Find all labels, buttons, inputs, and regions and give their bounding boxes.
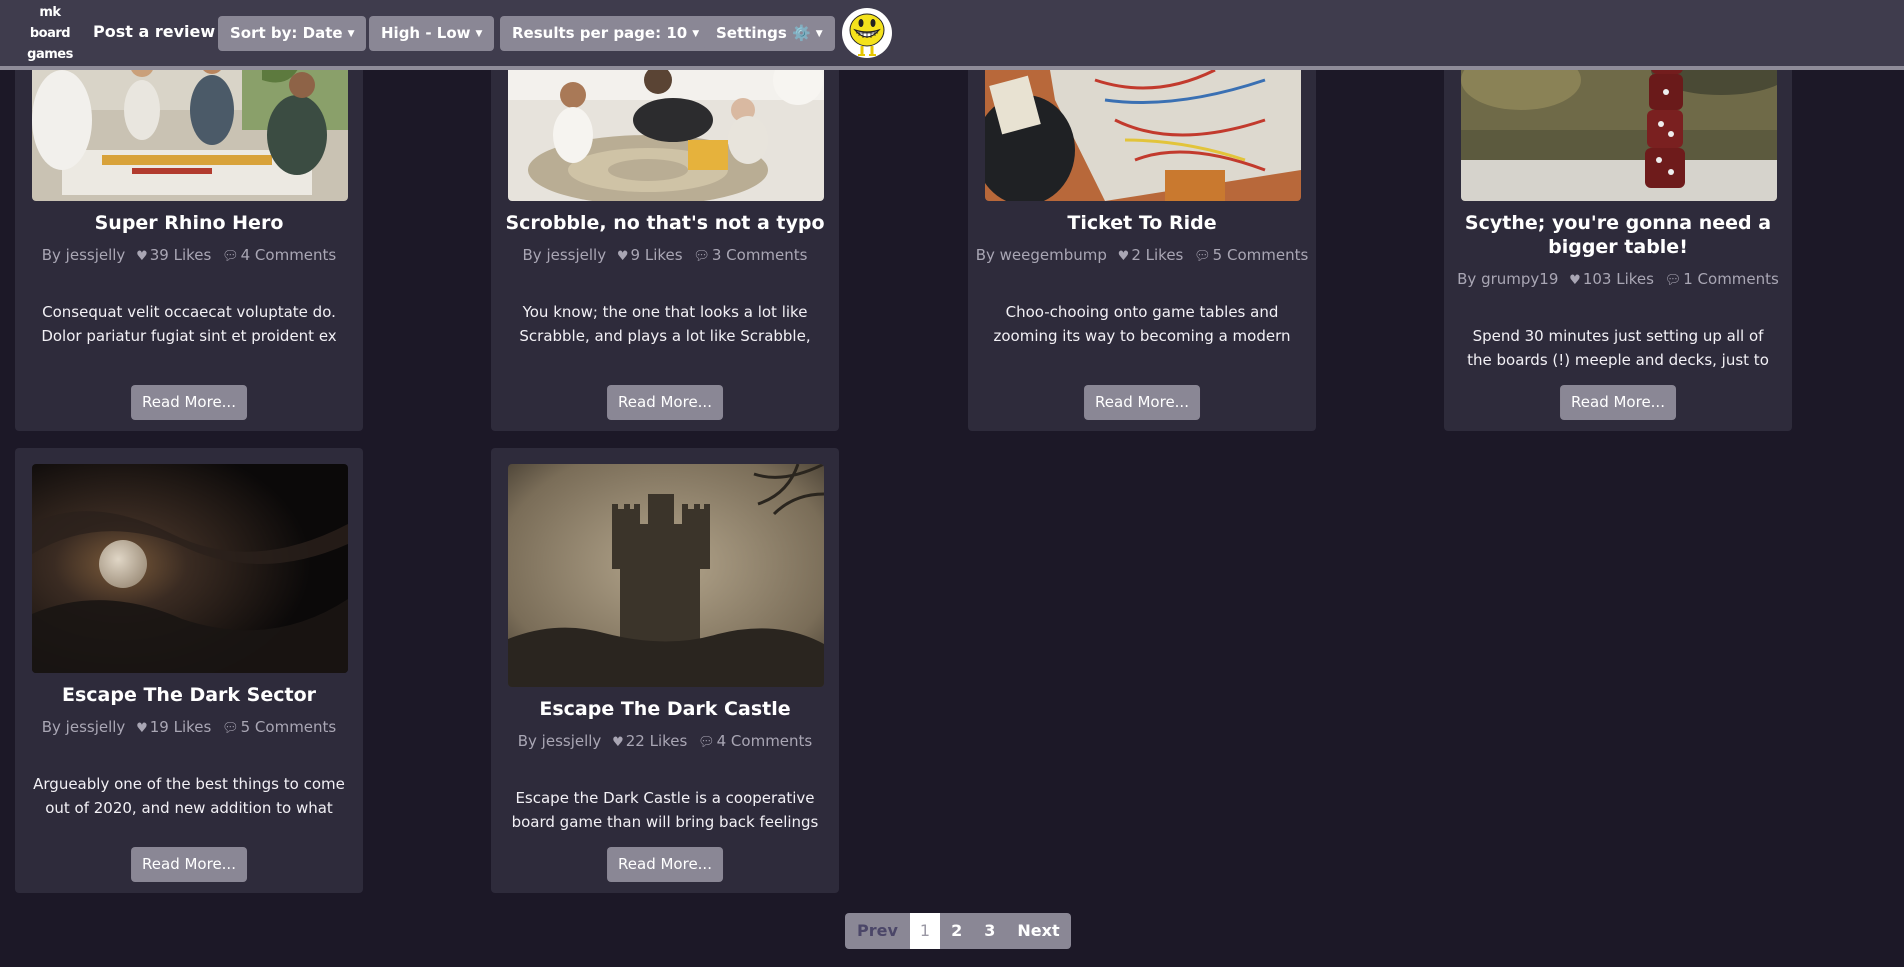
heart-icon[interactable]: ♥ [1118,249,1130,264]
card-title: Escape The Dark Castle [539,698,791,720]
read-more-button[interactable]: Read More... [131,847,247,882]
card-comments: 3 Comments [711,246,808,264]
user-avatar[interactable] [842,8,892,58]
card-meta: By grumpy19 ♥ 103 Likes 💬︎ 1 Comments [1444,269,1792,291]
order-dropdown[interactable]: High - Low ▼ [369,16,495,51]
card-likes: 39 Likes [149,246,212,264]
card-meta: By jessjelly ♥ 19 Likes 💬︎ 5 Comments [15,717,363,739]
caret-down-icon: ▼ [815,29,823,39]
review-card: Ticket To Ride By weegembump ♥ 2 Likes 💬︎… [968,40,1316,431]
order-label: High - Low [381,24,471,42]
card-likes: 103 Likes [1582,270,1654,288]
prev-page-button[interactable]: Prev [845,913,910,949]
settings-dropdown[interactable]: Settings ⚙️ ▼ [704,16,835,51]
card-meta: By jessjelly ♥ 22 Likes 💬︎ 4 Comments [491,731,839,753]
card-likes: 2 Likes [1131,246,1184,264]
card-title: Super Rhino Hero [94,212,284,234]
settings-label: Settings ⚙️ [716,24,811,42]
card-title: Scythe; you're gonna need a bigger table… [1464,212,1772,258]
card-excerpt: Argueably one of the best things to come… [33,775,345,817]
card-comments: 5 Comments [1212,246,1309,264]
results-per-page-label: Results per page: 10 [512,24,688,42]
read-more-button[interactable]: Read More... [607,385,723,420]
caret-down-icon: ▼ [347,29,355,39]
results-per-page-dropdown[interactable]: Results per page: 10 ▼ [500,16,712,51]
card-title: Escape The Dark Sector [61,684,316,706]
heart-icon[interactable]: ♥ [617,249,629,264]
card-meta: By weegembump ♥ 2 Likes 💬︎ 5 Comments [968,245,1316,267]
card-comments: 4 Comments [240,246,337,264]
review-card: Escape The Dark Sector By jessjelly ♥ 19 … [15,448,363,893]
post-review-link[interactable]: Post a review [93,22,215,41]
heart-icon[interactable]: ♥ [1569,273,1581,288]
brand-line: games [27,47,73,62]
caret-down-icon: ▼ [475,29,483,39]
comment-icon: 💬︎ [693,249,710,264]
card-image[interactable] [32,464,348,673]
comment-icon: 💬︎ [222,721,239,736]
sort-by-dropdown[interactable]: Sort by: Date ▼ [218,16,367,51]
page-1-button[interactable]: 1 [909,913,941,949]
heart-icon[interactable]: ♥ [612,735,624,750]
heart-icon[interactable]: ♥ [136,721,148,736]
review-card: Scrobble, no that's not a typo By jessje… [491,40,839,431]
card-comments: 5 Comments [240,718,337,736]
comment-icon: 💬︎ [1194,249,1211,264]
card-excerpt: You know; the one that looks a lot like … [519,303,811,345]
card-title: Scrobble, no that's not a typo [505,212,825,234]
card-meta: By jessjelly ♥ 9 Likes 💬︎ 3 Comments [491,245,839,267]
card-image[interactable] [508,464,824,687]
card-author: By jessjelly [517,732,602,750]
card-excerpt: Spend 30 minutes just setting up all of … [1467,327,1769,369]
read-more-button[interactable]: Read More... [131,385,247,420]
next-page-button[interactable]: Next [1006,913,1070,949]
comment-icon: 💬︎ [698,735,715,750]
review-card: Super Rhino Hero By jessjelly ♥ 39 Likes … [15,40,363,431]
read-more-button[interactable]: Read More... [1560,385,1676,420]
review-card: Scythe; you're gonna need a bigger table… [1444,40,1792,431]
caret-down-icon: ▼ [692,29,700,39]
pagination: Prev 1 2 3 Next [845,913,1071,949]
card-excerpt: Escape the Dark Castle is a cooperative … [511,789,819,831]
page-2-button[interactable]: 2 [940,913,973,949]
card-author: By jessjelly [522,246,607,264]
card-excerpt: Consequat velit occaecat voluptate do. D… [41,303,337,345]
card-title: Ticket To Ride [1067,212,1217,234]
navbar: mk board games Post a review Sort by: Da… [0,0,1904,70]
card-likes: 9 Likes [630,246,683,264]
card-author: By jessjelly [41,718,126,736]
read-more-button[interactable]: Read More... [1084,385,1200,420]
card-author: By grumpy19 [1457,270,1559,288]
heart-icon[interactable]: ♥ [136,249,148,264]
card-author: By jessjelly [41,246,126,264]
read-more-button[interactable]: Read More... [607,847,723,882]
brand-logo[interactable]: mk board games [26,2,74,65]
brand-line: mk [39,5,61,20]
card-likes: 22 Likes [625,732,688,750]
brand-line: board [29,26,71,41]
page-3-button[interactable]: 3 [973,913,1006,949]
card-comments: 1 Comments [1683,270,1779,288]
card-author: By weegembump [975,246,1107,264]
card-excerpt: Choo-chooing onto game tables and zoomin… [993,303,1291,345]
review-card: Escape The Dark Castle By jessjelly ♥ 22 … [491,448,839,893]
card-meta: By jessjelly ♥ 39 Likes 💬︎ 4 Comments [15,245,363,267]
comment-icon: 💬︎ [1664,273,1682,288]
card-likes: 19 Likes [149,718,212,736]
card-comments: 4 Comments [716,732,813,750]
comment-icon: 💬︎ [222,249,239,264]
smiley-face-icon [843,9,891,57]
sort-by-label: Sort by: Date [230,24,343,42]
